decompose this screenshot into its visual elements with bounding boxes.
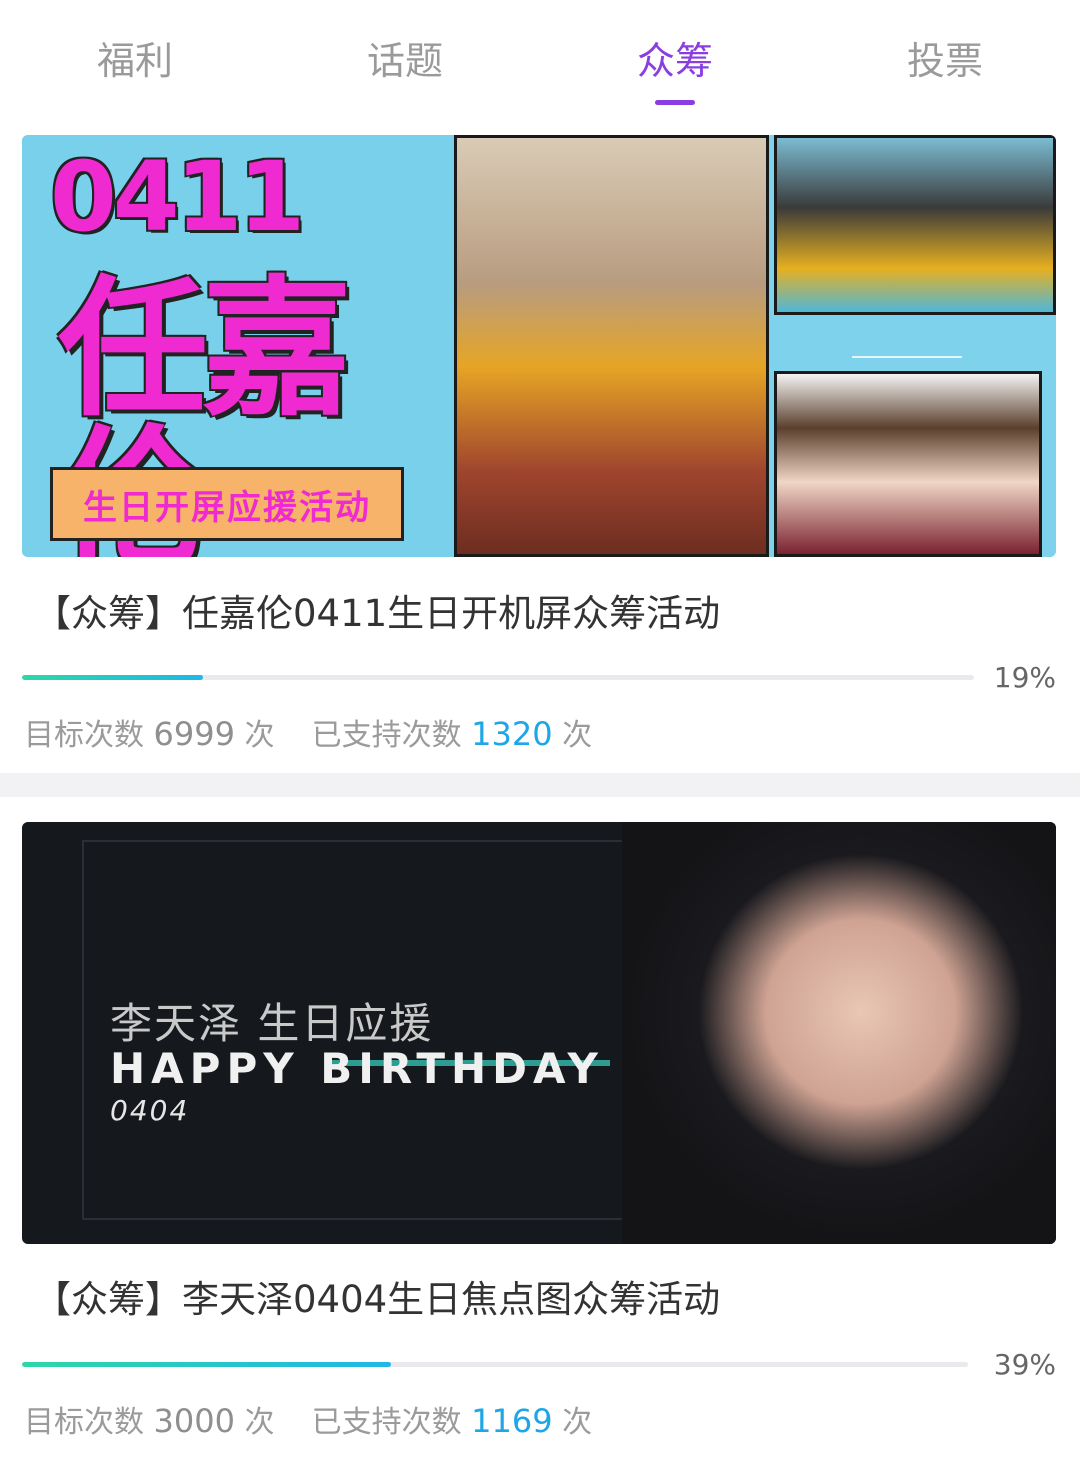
campaign-banner-image[interactable]: 0411 任嘉伦 生日开屏应援活动: [22, 135, 1056, 557]
tab-voting[interactable]: 投票: [845, 0, 1045, 118]
banner-date: 0411: [50, 141, 305, 253]
target-label: 目标次数: [24, 718, 144, 753]
campaign-title[interactable]: 【众筹】任嘉伦0411生日开机屏众筹活动: [34, 583, 720, 637]
banner-photo-bottom: [774, 371, 1042, 557]
campaign-card[interactable]: 0411 任嘉伦 生日开屏应援活动 【众筹】任嘉伦0411生日开机屏众筹活动 1…: [0, 118, 1080, 773]
banner-photo-top: [774, 135, 1056, 315]
target-unit: 次: [244, 1405, 275, 1440]
support-value: 1320: [471, 715, 553, 753]
support-label: 已支持次数: [311, 1405, 462, 1440]
progress-percent: 39%: [993, 1348, 1056, 1381]
campaign-card[interactable]: 李天泽 生日应援 HAPPY BIRTHDAY 0404 【众筹】李天泽0404…: [0, 797, 1080, 1472]
tab-welfare[interactable]: 福利: [35, 0, 235, 118]
banner-photo-main: [454, 135, 769, 557]
progress-bar: [22, 675, 974, 680]
banner-text-panel: 0411 任嘉伦 生日开屏应援活动: [22, 135, 454, 557]
target-value: 3000: [153, 1402, 235, 1440]
campaign-title[interactable]: 【众筹】李天泽0404生日焦点图众筹活动: [34, 1269, 720, 1323]
support-unit: 次: [562, 718, 593, 753]
support-label: 已支持次数: [311, 718, 462, 753]
tab-crowdfunding[interactable]: 众筹: [575, 0, 775, 118]
support-value: 1169: [471, 1402, 553, 1440]
support-unit: 次: [562, 1405, 593, 1440]
tab-topics[interactable]: 话题: [305, 0, 505, 118]
campaign-stats: 目标次数 6999 次 已支持次数 1320 次: [24, 710, 592, 754]
target-label: 目标次数: [24, 1405, 144, 1440]
progress-bar: [22, 1362, 968, 1367]
banner-subtitle: 李天泽 生日应援: [110, 999, 434, 1048]
target-unit: 次: [244, 718, 275, 753]
progress-fill: [22, 1362, 391, 1367]
banner-headline: HAPPY BIRTHDAY: [110, 1044, 604, 1093]
banner-subtitle: 生日开屏应援活动: [50, 467, 404, 541]
progress-percent: 19%: [993, 661, 1056, 694]
banner-photo: [622, 822, 1056, 1244]
campaign-banner-image[interactable]: 李天泽 生日应援 HAPPY BIRTHDAY 0404: [22, 822, 1056, 1244]
heartbeat-logo: [852, 340, 962, 358]
progress-fill: [22, 675, 203, 680]
campaign-stats: 目标次数 3000 次 已支持次数 1169 次: [24, 1397, 592, 1441]
banner-date: 0404: [110, 1094, 190, 1127]
tab-bar: 福利 话题 众筹 投票: [0, 0, 1080, 118]
target-value: 6999: [153, 715, 235, 753]
